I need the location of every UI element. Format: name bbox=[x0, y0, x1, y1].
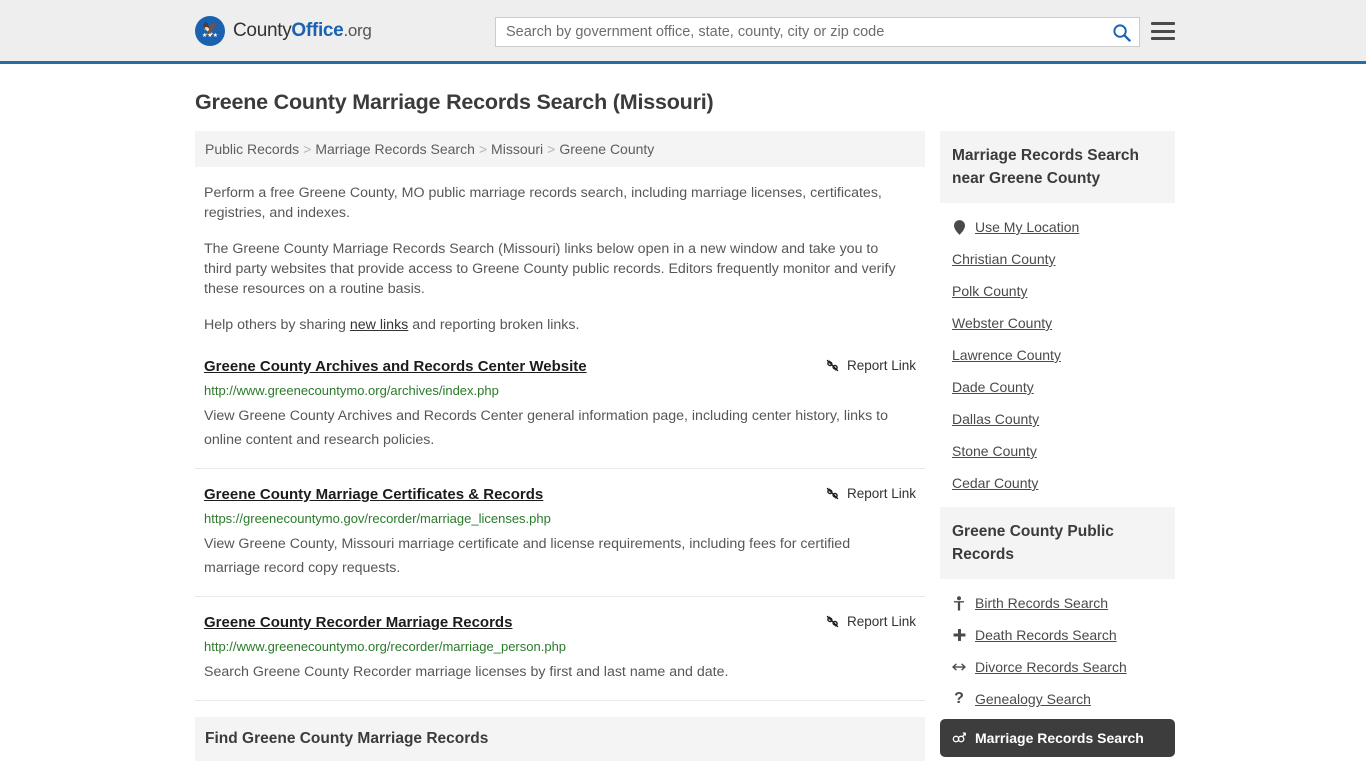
sidebar-public-records-list: Birth Records Search Death Records Searc… bbox=[940, 579, 1175, 757]
logo-text-office: Office bbox=[291, 19, 344, 41]
broken-link-icon bbox=[826, 487, 839, 500]
cross-icon bbox=[952, 628, 966, 642]
result-header: Greene County Marriage Certificates & Re… bbox=[204, 485, 925, 505]
result-title-link[interactable]: Greene County Marriage Certificates & Re… bbox=[204, 485, 543, 505]
sidebar-item-label[interactable]: Cedar County bbox=[952, 475, 1038, 491]
result-description: View Greene County Archives and Records … bbox=[204, 408, 888, 448]
sidebar-item-lawrence-county[interactable]: Lawrence County bbox=[940, 339, 1175, 371]
sidebar-item-label[interactable]: Christian County bbox=[952, 251, 1056, 267]
result-item: Greene County Marriage Certificates & Re… bbox=[195, 485, 925, 597]
report-link-label: Report Link bbox=[846, 614, 916, 629]
result-header: Greene County Recorder Marriage Records … bbox=[204, 613, 925, 633]
breadcrumb-separator: > bbox=[303, 141, 312, 157]
sidebar-item-cedar-county[interactable]: Cedar County bbox=[940, 467, 1175, 499]
find-records-header: Find Greene County Marriage Records bbox=[195, 717, 925, 761]
sidebar-item-label[interactable]: Divorce Records Search bbox=[975, 659, 1127, 675]
sidebar-item-label[interactable]: Dade County bbox=[952, 379, 1034, 395]
sidebar-item-label[interactable]: Death Records Search bbox=[975, 627, 1117, 643]
search-bar[interactable] bbox=[495, 17, 1140, 47]
logo-text-county: County bbox=[233, 19, 292, 41]
breadcrumb: Public Records > Marriage Records Search > M… bbox=[195, 131, 925, 167]
sidebar-item-use-my-location[interactable]: Use My Location bbox=[940, 211, 1175, 243]
new-links-link[interactable]: new links bbox=[350, 317, 408, 333]
sidebar-item-label[interactable]: Use My Location bbox=[975, 219, 1079, 235]
intro-p3-after: and reporting broken links. bbox=[408, 317, 580, 333]
sidebar-nearby-heading: Marriage Records Search near Greene Coun… bbox=[940, 131, 1175, 203]
sidebar-nearby-box: Marriage Records Search near Greene Coun… bbox=[940, 131, 1175, 499]
intro-p3-before: Help others by sharing bbox=[204, 317, 350, 333]
breadcrumb-item-missouri[interactable]: Missouri bbox=[491, 141, 543, 157]
double-arrow-icon bbox=[952, 661, 966, 673]
eagle-seal-icon: 🦅 ★★★ bbox=[195, 15, 225, 46]
result-title-link[interactable]: Greene County Recorder Marriage Records bbox=[204, 613, 512, 633]
site-logo[interactable]: 🦅 ★★★ CountyOffice.org bbox=[195, 15, 372, 46]
sidebar-public-records-heading: Greene County Public Records bbox=[940, 507, 1175, 579]
sidebar-item-dallas-county[interactable]: Dallas County bbox=[940, 403, 1175, 435]
sidebar-nearby-list: Use My Location Christian County Polk Co… bbox=[940, 203, 1175, 499]
gender-symbols-icon bbox=[952, 731, 966, 745]
search-icon bbox=[1112, 23, 1131, 42]
result-header: Greene County Archives and Records Cente… bbox=[204, 357, 925, 377]
breadcrumb-separator: > bbox=[547, 141, 556, 157]
sidebar-item-death-records-search[interactable]: Death Records Search bbox=[940, 619, 1175, 651]
sidebar-item-label[interactable]: Birth Records Search bbox=[975, 595, 1108, 611]
page-title: Greene County Marriage Records Search (M… bbox=[195, 90, 714, 114]
hamburger-menu-icon[interactable] bbox=[1151, 21, 1175, 41]
report-link-button[interactable]: Report Link bbox=[825, 486, 916, 501]
sidebar-item-dade-county[interactable]: Dade County bbox=[940, 371, 1175, 403]
intro-paragraph-3: Help others by sharing new links and rep… bbox=[204, 315, 909, 335]
report-link-button[interactable]: Report Link bbox=[825, 358, 916, 373]
main-column: Public Records > Marriage Records Search > M… bbox=[195, 131, 925, 768]
sidebar-item-polk-county[interactable]: Polk County bbox=[940, 275, 1175, 307]
broken-link-icon bbox=[826, 615, 839, 628]
intro-paragraph-1: Perform a free Greene County, MO public … bbox=[204, 185, 882, 221]
report-link-label: Report Link bbox=[846, 358, 916, 373]
report-link-button[interactable]: Report Link bbox=[825, 614, 916, 629]
sidebar-item-birth-records-search[interactable]: Birth Records Search bbox=[940, 587, 1175, 619]
location-pin-icon bbox=[952, 219, 966, 235]
breadcrumb-item-public-records[interactable]: Public Records bbox=[205, 141, 299, 157]
intro-section: Perform a free Greene County, MO public … bbox=[195, 183, 925, 335]
sidebar-item-label[interactable]: Marriage Records Search bbox=[975, 730, 1144, 746]
baby-icon bbox=[952, 595, 966, 611]
result-url: http://www.greenecountymo.org/recorder/m… bbox=[204, 639, 567, 654]
breadcrumb-separator: > bbox=[478, 141, 488, 157]
search-input[interactable] bbox=[496, 18, 1103, 46]
sidebar-item-label[interactable]: Dallas County bbox=[952, 411, 1039, 427]
question-mark-icon: ? bbox=[954, 690, 964, 707]
search-button[interactable] bbox=[1103, 18, 1139, 46]
sidebar-item-stone-county[interactable]: Stone County bbox=[940, 435, 1175, 467]
report-link-label: Report Link bbox=[846, 486, 916, 501]
sidebar-item-label[interactable]: Polk County bbox=[952, 283, 1027, 299]
sidebar-item-christian-county[interactable]: Christian County bbox=[940, 243, 1175, 275]
sidebar-public-records-box: Greene County Public Records Birth Recor… bbox=[940, 507, 1175, 757]
sidebar-item-marriage-records-search[interactable]: Marriage Records Search bbox=[940, 719, 1175, 757]
result-item: Greene County Archives and Records Cente… bbox=[195, 357, 925, 469]
result-description: Search Greene County Recorder marriage l… bbox=[204, 664, 729, 680]
result-title-link[interactable]: Greene County Archives and Records Cente… bbox=[204, 357, 587, 377]
results-list: Greene County Archives and Records Cente… bbox=[195, 357, 925, 701]
result-description: View Greene County, Missouri marriage ce… bbox=[204, 536, 851, 576]
sidebar: Marriage Records Search near Greene Coun… bbox=[940, 131, 1175, 765]
sidebar-item-genealogy-search[interactable]: ? Genealogy Search bbox=[940, 683, 1175, 715]
sidebar-item-label[interactable]: Webster County bbox=[952, 315, 1052, 331]
find-records-heading: Find Greene County Marriage Records bbox=[205, 730, 489, 747]
sidebar-item-divorce-records-search[interactable]: Divorce Records Search bbox=[940, 651, 1175, 683]
breadcrumb-item-marriage-records-search[interactable]: Marriage Records Search bbox=[315, 141, 475, 157]
sidebar-item-label[interactable]: Stone County bbox=[952, 443, 1037, 459]
site-header: 🦅 ★★★ CountyOffice.org bbox=[0, 0, 1366, 64]
sidebar-item-label[interactable]: Lawrence County bbox=[952, 347, 1061, 363]
sidebar-item-label[interactable]: Genealogy Search bbox=[975, 691, 1091, 707]
result-url: https://greenecountymo.gov/recorder/marr… bbox=[204, 511, 551, 526]
intro-paragraph-2: The Greene County Marriage Records Searc… bbox=[204, 241, 896, 297]
content-columns: Public Records > Marriage Records Search > M… bbox=[195, 131, 1180, 768]
broken-link-icon bbox=[826, 359, 839, 372]
page-body: Greene County Marriage Records Search (M… bbox=[0, 90, 1366, 768]
breadcrumb-item-greene-county: Greene County bbox=[559, 141, 655, 157]
logo-text-tld: .org bbox=[343, 20, 372, 40]
sidebar-item-webster-county[interactable]: Webster County bbox=[940, 307, 1175, 339]
logo-text: CountyOffice.org bbox=[233, 20, 372, 42]
result-item: Greene County Recorder Marriage Records … bbox=[195, 613, 925, 701]
result-url: http://www.greenecountymo.org/archives/i… bbox=[204, 383, 499, 398]
